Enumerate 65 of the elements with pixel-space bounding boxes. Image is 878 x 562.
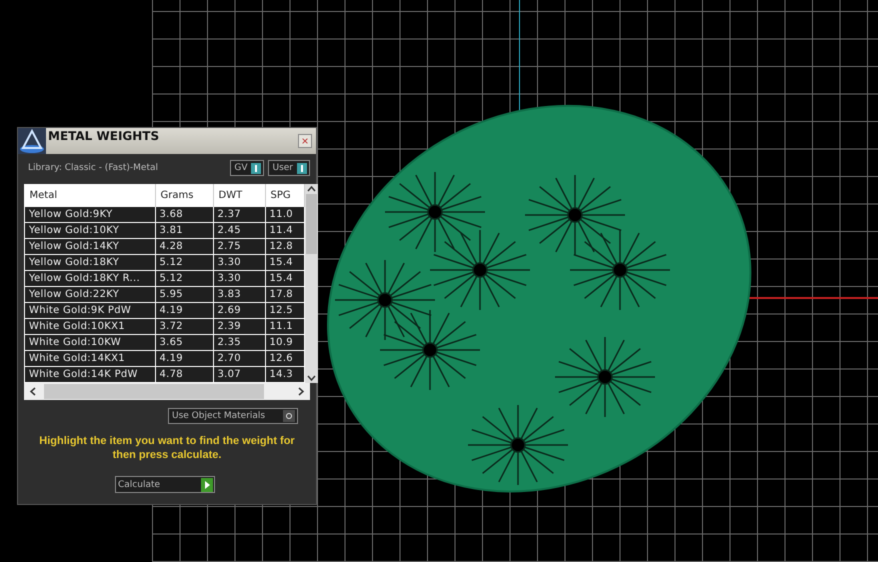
column-header[interactable]: SPG	[265, 184, 304, 206]
instruction-text: Highlight the item you want to find the weight for then press calculate.	[38, 434, 296, 462]
column-header[interactable]: DWT	[213, 184, 265, 206]
table-cell: 5.12	[155, 254, 213, 270]
vertical-scrollbar[interactable]	[304, 184, 318, 383]
table-cell: 4.19	[155, 302, 213, 318]
play-icon	[201, 478, 213, 492]
table-cell: Yellow Gold:18KY R...	[24, 270, 155, 286]
table-cell: 3.72	[155, 318, 213, 334]
scroll-up-icon[interactable]	[304, 184, 318, 194]
scroll-right-icon[interactable]	[296, 385, 306, 398]
table-cell: 12.8	[265, 238, 304, 254]
table-cell: 15.4	[265, 254, 304, 270]
table-cell: 4.28	[155, 238, 213, 254]
close-button[interactable]: ×	[298, 134, 312, 148]
table-cell: 4.19	[155, 350, 213, 366]
table-cell: 2.70	[213, 350, 265, 366]
table-cell: 2.37	[213, 206, 265, 222]
table-cell: 3.68	[155, 206, 213, 222]
pyramid-logo-icon	[18, 128, 46, 154]
table-cell: 3.30	[213, 270, 265, 286]
table-cell: White Gold:14K PdW	[24, 366, 155, 382]
scroll-left-icon[interactable]	[28, 385, 38, 398]
table-cell: 17.8	[265, 286, 304, 302]
toggle-button[interactable]: GV	[230, 160, 264, 176]
table-cell: 2.75	[213, 238, 265, 254]
dialog-title: METAL WEIGHTS	[48, 129, 160, 143]
library-label: Library: Classic - (Fast)-Metal	[28, 163, 158, 173]
table-cell: 3.07	[213, 366, 265, 382]
toggle-button[interactable]: User	[268, 160, 310, 176]
table-cell: White Gold:9K PdW	[24, 302, 155, 318]
scroll-down-icon[interactable]	[304, 373, 318, 383]
table-cell: 11.4	[265, 222, 304, 238]
calculate-button[interactable]: Calculate	[115, 476, 215, 493]
table-cell: 3.81	[155, 222, 213, 238]
table-cell: 12.6	[265, 350, 304, 366]
table-cell: 12.5	[265, 302, 304, 318]
use-object-materials-toggle[interactable]: Use Object Materials	[168, 408, 298, 424]
table-cell: 11.1	[265, 318, 304, 334]
table-cell: 11.0	[265, 206, 304, 222]
table-cell: 14.3	[265, 366, 304, 382]
table-cell: Yellow Gold:9KY	[24, 206, 155, 222]
table-cell: White Gold:10KX1	[24, 318, 155, 334]
table-cell: Yellow Gold:14KY	[24, 238, 155, 254]
table-cell: 2.45	[213, 222, 265, 238]
scroll-thumb[interactable]	[44, 384, 264, 399]
table-cell: 5.95	[155, 286, 213, 302]
table-cell: 2.69	[213, 302, 265, 318]
table-cell: White Gold:14KX1	[24, 350, 155, 366]
table-cell: 5.12	[155, 270, 213, 286]
table-cell: 3.65	[155, 334, 213, 350]
table-cell: 3.30	[213, 254, 265, 270]
table-cell: 2.39	[213, 318, 265, 334]
table-cell: 4.78	[155, 366, 213, 382]
column-header[interactable]: Grams	[155, 184, 213, 206]
table-cell: 2.35	[213, 334, 265, 350]
table-cell: 10.9	[265, 334, 304, 350]
table-cell: Yellow Gold:10KY	[24, 222, 155, 238]
table-cell: Yellow Gold:22KY	[24, 286, 155, 302]
table-cell: Yellow Gold:18KY	[24, 254, 155, 270]
table-cell: 3.83	[213, 286, 265, 302]
scroll-thumb[interactable]	[306, 194, 316, 254]
horizontal-scrollbar[interactable]	[24, 383, 310, 400]
table-cell: 15.4	[265, 270, 304, 286]
table-cell: White Gold:10KW	[24, 334, 155, 350]
